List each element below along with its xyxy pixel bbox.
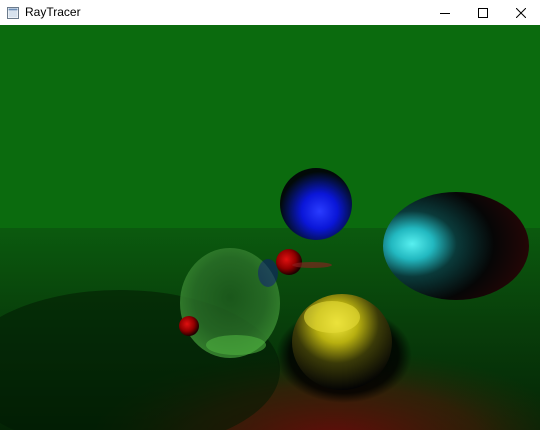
title-bar[interactable]: RayTracer: [0, 0, 540, 25]
raytracer-window: RayTracer: [0, 0, 540, 430]
window-app-icon[interactable]: [7, 6, 19, 19]
red-sphere-large: [276, 249, 302, 275]
maximize-icon: [478, 7, 488, 18]
close-button[interactable]: [502, 0, 540, 25]
glass-sphere-highlight: [206, 335, 266, 355]
minimize-icon: [440, 12, 450, 14]
cyan-sphere: [383, 192, 529, 300]
red-sphere-small: [179, 316, 199, 336]
blue-sphere: [280, 168, 352, 240]
render-canvas[interactable]: [0, 25, 540, 430]
window-title: RayTracer: [25, 5, 81, 19]
maximize-button[interactable]: [464, 0, 502, 25]
minimize-button[interactable]: [426, 0, 464, 25]
window-controls: [426, 0, 540, 25]
yellow-sphere-highlight: [304, 301, 360, 333]
red-sphere-reflection: [292, 262, 332, 268]
glass-sphere-blue-edge: [258, 259, 278, 287]
close-icon: [516, 7, 526, 18]
